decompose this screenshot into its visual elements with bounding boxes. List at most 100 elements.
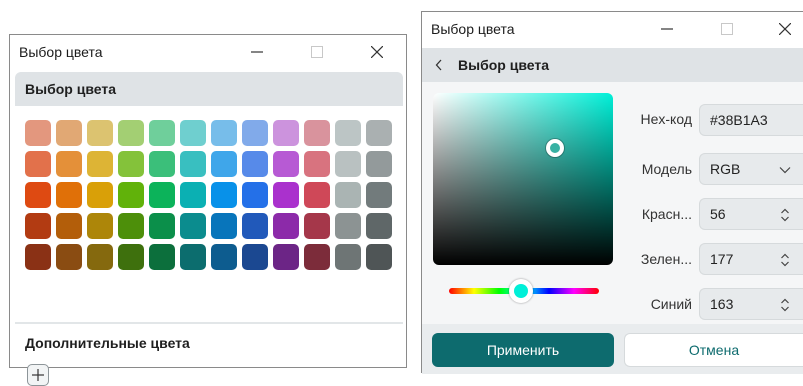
color-swatch[interactable]	[87, 244, 113, 270]
color-swatch[interactable]	[25, 151, 51, 177]
window-title: Выбор цвета	[431, 21, 515, 37]
color-swatch[interactable]	[273, 120, 299, 146]
green-input[interactable]: 177	[699, 243, 803, 275]
color-swatch[interactable]	[149, 182, 175, 208]
picker-panel: Hex-код #38B1A3 Модель RGB Красн... 56 З…	[422, 82, 803, 324]
color-swatch[interactable]	[87, 182, 113, 208]
color-swatch[interactable]	[180, 213, 206, 239]
color-swatch[interactable]	[304, 244, 330, 270]
color-swatch[interactable]	[366, 244, 392, 270]
hue-thumb-dot	[514, 284, 528, 298]
model-value: RGB	[710, 161, 741, 177]
color-swatch[interactable]	[180, 151, 206, 177]
close-button[interactable]	[354, 35, 400, 69]
color-swatch[interactable]	[118, 151, 144, 177]
color-swatch[interactable]	[149, 120, 175, 146]
spinner-icon[interactable]	[777, 297, 793, 313]
window-title: Выбор цвета	[19, 44, 103, 60]
color-swatch[interactable]	[87, 151, 113, 177]
color-swatch[interactable]	[242, 182, 268, 208]
color-swatch[interactable]	[56, 244, 82, 270]
spinner-icon[interactable]	[777, 207, 793, 223]
back-button[interactable]	[422, 48, 456, 82]
color-swatch[interactable]	[273, 213, 299, 239]
color-swatch[interactable]	[273, 182, 299, 208]
color-swatch[interactable]	[304, 182, 330, 208]
color-swatch[interactable]	[180, 182, 206, 208]
spinner-icon[interactable]	[777, 252, 793, 268]
color-handle[interactable]	[546, 139, 565, 158]
color-swatch[interactable]	[25, 182, 51, 208]
saturation-value-area[interactable]	[433, 93, 613, 265]
color-swatch[interactable]	[25, 120, 51, 146]
maximize-icon	[311, 46, 323, 58]
color-swatch[interactable]	[366, 182, 392, 208]
color-swatch[interactable]	[366, 120, 392, 146]
section-header: Выбор цвета	[15, 72, 403, 106]
blue-input[interactable]: 163	[699, 288, 803, 320]
color-swatch[interactable]	[335, 213, 361, 239]
color-swatch[interactable]	[242, 151, 268, 177]
color-swatch[interactable]	[211, 182, 237, 208]
maximize-icon	[721, 23, 733, 35]
color-swatch[interactable]	[118, 182, 144, 208]
color-swatch[interactable]	[118, 213, 144, 239]
color-swatch[interactable]	[304, 213, 330, 239]
color-swatch[interactable]	[304, 120, 330, 146]
minimize-button[interactable]	[234, 35, 280, 69]
color-swatch[interactable]	[180, 120, 206, 146]
color-swatch[interactable]	[242, 120, 268, 146]
color-swatch[interactable]	[335, 120, 361, 146]
color-swatch[interactable]	[335, 182, 361, 208]
color-swatch[interactable]	[273, 244, 299, 270]
add-custom-color-button[interactable]	[27, 364, 49, 386]
color-swatch[interactable]	[180, 244, 206, 270]
color-swatch[interactable]	[211, 213, 237, 239]
color-swatch[interactable]	[87, 213, 113, 239]
color-swatch[interactable]	[149, 213, 175, 239]
color-swatch[interactable]	[242, 213, 268, 239]
title-bar[interactable]: Выбор цвета	[422, 12, 803, 46]
picker-content: Выбор цвета Дополнительные цвета	[15, 72, 403, 386]
color-swatch[interactable]	[56, 151, 82, 177]
additional-colors-label: Дополнительные цвета	[25, 335, 190, 351]
close-icon	[371, 46, 383, 58]
color-swatch[interactable]	[118, 244, 144, 270]
close-button[interactable]	[762, 12, 803, 46]
color-swatch[interactable]	[304, 151, 330, 177]
minimize-button[interactable]	[644, 12, 690, 46]
cancel-button[interactable]: Отмена	[624, 333, 803, 367]
color-swatch[interactable]	[211, 244, 237, 270]
color-swatch[interactable]	[366, 213, 392, 239]
color-swatch[interactable]	[211, 151, 237, 177]
hex-input[interactable]: #38B1A3	[699, 104, 803, 136]
color-swatch[interactable]	[149, 244, 175, 270]
color-swatch[interactable]	[25, 213, 51, 239]
color-swatch[interactable]	[25, 244, 51, 270]
color-swatch[interactable]	[335, 244, 361, 270]
maximize-button	[704, 12, 750, 46]
green-value: 177	[710, 251, 734, 267]
section-header: Выбор цвета	[458, 57, 549, 73]
red-input[interactable]: 56	[699, 198, 803, 230]
color-swatch[interactable]	[366, 151, 392, 177]
color-swatch[interactable]	[87, 120, 113, 146]
color-swatch[interactable]	[211, 120, 237, 146]
color-swatch[interactable]	[242, 244, 268, 270]
color-swatch[interactable]	[56, 213, 82, 239]
color-swatch[interactable]	[335, 151, 361, 177]
green-label: Зелен...	[640, 251, 692, 267]
color-swatch[interactable]	[273, 151, 299, 177]
apply-button[interactable]: Применить	[432, 333, 614, 367]
color-swatch[interactable]	[149, 151, 175, 177]
color-swatch[interactable]	[56, 120, 82, 146]
minimize-icon	[661, 28, 673, 30]
blue-label: Синий	[650, 296, 692, 312]
color-swatch[interactable]	[118, 120, 144, 146]
hue-slider-thumb[interactable]	[509, 279, 533, 303]
title-bar[interactable]: Выбор цвета	[10, 35, 406, 69]
dialog-footer: Применить Отмена	[422, 324, 803, 374]
model-select[interactable]: RGB	[699, 153, 803, 185]
color-swatch[interactable]	[56, 182, 82, 208]
maximize-button	[294, 35, 340, 69]
